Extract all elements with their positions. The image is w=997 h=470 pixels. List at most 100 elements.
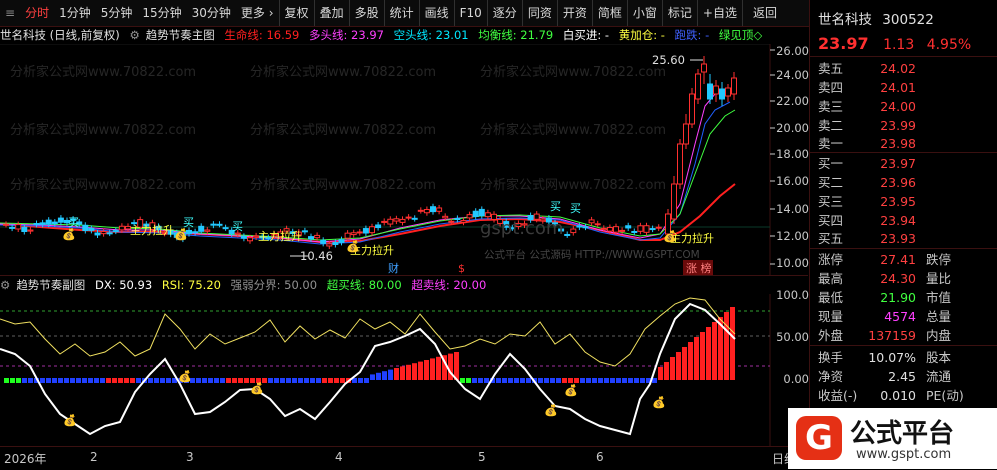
back-button[interactable]: 返回: [742, 0, 787, 26]
gold-combo-value: 黄加仓: -: [619, 28, 665, 42]
candle: [418, 210, 423, 211]
date-tick: 2026年: [4, 450, 47, 467]
candle: [720, 89, 725, 99]
candle: [473, 211, 478, 216]
by-minute-button[interactable]: 逐分: [487, 0, 522, 26]
quote-panel: 世名科技 300522 23.97 1.13 4.95% 卖五 24.02 卖四 2…: [809, 0, 997, 469]
candle: [333, 243, 338, 245]
main-candlestick-chart[interactable]: 25.60 10.46 主力拉升 主力拉升 主力拉升 主力拉升 买 买 买 买 …: [0, 44, 808, 276]
candle: [644, 226, 649, 233]
candle: [607, 227, 612, 231]
multi-stock-button[interactable]: 多股: [349, 0, 384, 26]
f10-button[interactable]: F10: [454, 0, 487, 26]
gear-icon[interactable]: ⚙: [129, 28, 139, 42]
bid-row[interactable]: 买二 23.96: [810, 173, 997, 193]
indicator-bar: [202, 378, 207, 383]
candle: [656, 227, 661, 228]
candle: [394, 219, 399, 221]
indicator-bar: [724, 312, 729, 380]
bid-row[interactable]: 买三 23.95: [810, 192, 997, 212]
indicator-bar: [220, 378, 225, 383]
event-limit-up-marker[interactable]: 涨 榜: [686, 261, 712, 275]
candle: [437, 208, 442, 211]
indicator-bar: [592, 378, 597, 383]
indicator-bar: [274, 378, 279, 383]
tab-15min[interactable]: 15分钟: [137, 0, 186, 26]
money-bag-icon: 💰: [663, 230, 677, 243]
indicator-bar: [730, 307, 735, 380]
indicator-bar: [700, 332, 705, 380]
candle: [690, 94, 695, 124]
stats-button[interactable]: 统计: [384, 0, 419, 26]
ask-row[interactable]: 卖三 24.00: [810, 97, 997, 117]
candle: [101, 231, 106, 233]
indicator-bar: [670, 357, 675, 380]
event-dollar-marker[interactable]: $: [458, 262, 465, 275]
indicator-bar: [460, 378, 465, 383]
candle: [595, 224, 600, 225]
ask-row[interactable]: 卖五 24.02: [810, 59, 997, 79]
main-indicator-name[interactable]: 趋势节奏主图: [146, 28, 215, 42]
indicator-bar: [322, 378, 327, 383]
oversell-value: 超卖线: 20.00: [411, 278, 486, 292]
indicator-bar: [694, 337, 699, 380]
candle: [370, 227, 375, 233]
bid-row[interactable]: 买一 23.97: [810, 154, 997, 174]
candle: [107, 233, 112, 234]
candle: [702, 64, 707, 72]
small-window-button[interactable]: 小窗: [627, 0, 662, 26]
candle: [89, 228, 94, 230]
y-tick: 18.00: [776, 147, 809, 161]
indicator-bar: [358, 378, 363, 383]
sub-indicator-name[interactable]: 趋势节奏副图: [16, 278, 85, 292]
candle: [363, 229, 368, 233]
indicator-bar: [82, 378, 87, 383]
tab-30min[interactable]: 30分钟: [187, 0, 236, 26]
bid-row[interactable]: 买四 23.94: [810, 211, 997, 231]
ask-row[interactable]: 卖一 23.98: [810, 134, 997, 154]
add-watchlist-button[interactable]: +自选: [697, 0, 742, 26]
candle: [235, 233, 240, 234]
candle: [406, 217, 411, 218]
indicator-bar: [46, 378, 51, 383]
candle: [400, 219, 405, 222]
overlay-button[interactable]: 叠加: [314, 0, 349, 26]
same-capital-button[interactable]: 同资: [522, 0, 557, 26]
indicator-bar: [418, 362, 423, 380]
candle: [571, 229, 576, 233]
money-bag-icon: 💰: [63, 414, 77, 427]
draw-line-button[interactable]: 画线: [419, 0, 454, 26]
gear-icon[interactable]: ⚙: [0, 278, 10, 292]
price-change-pct: 4.95%: [927, 37, 971, 53]
tab-more[interactable]: 更多 ›: [236, 0, 279, 26]
tab-1min[interactable]: 1分钟: [54, 0, 96, 26]
indicator-bar: [334, 378, 339, 383]
stat-row: 涨停 27.41 跌停: [810, 250, 997, 270]
indicator-bar: [544, 378, 549, 383]
sub-indicator-chart[interactable]: 💰 💰 💰 💰 💰 💰: [0, 294, 808, 446]
open-capital-button[interactable]: 开资: [557, 0, 592, 26]
money-bag-icon: 💰: [564, 384, 578, 397]
fuquan-button[interactable]: 复权: [279, 0, 314, 26]
toolbar-menu-icon[interactable]: ≡: [0, 0, 20, 26]
stat-row: 净资 2.45 流通: [810, 367, 997, 387]
top-value: 绿见顶◇: [719, 28, 762, 42]
bid-row[interactable]: 买五 23.93: [810, 229, 997, 249]
buy-mark: 买: [550, 200, 561, 213]
last-price: 23.97: [818, 34, 869, 53]
ask-row[interactable]: 卖二 23.99: [810, 116, 997, 136]
indicator-bar: [232, 378, 237, 383]
indicator-bar: [238, 378, 243, 383]
indicator-bar: [130, 378, 135, 383]
candle: [461, 221, 466, 223]
mark-button[interactable]: 标记: [662, 0, 697, 26]
event-finance-marker[interactable]: 财: [388, 261, 399, 275]
date-axis: 2026年 2 3 4 5 6 日线: [0, 446, 808, 470]
tab-5min[interactable]: 5分钟: [96, 0, 138, 26]
indicator-bar: [502, 378, 507, 383]
tab-fenshi[interactable]: 分时: [20, 0, 54, 26]
indicator-bar: [550, 378, 555, 383]
buy-sell-value: 白买进: -: [563, 28, 609, 42]
ask-row[interactable]: 卖四 24.01: [810, 78, 997, 98]
simple-frame-button[interactable]: 简框: [592, 0, 627, 26]
